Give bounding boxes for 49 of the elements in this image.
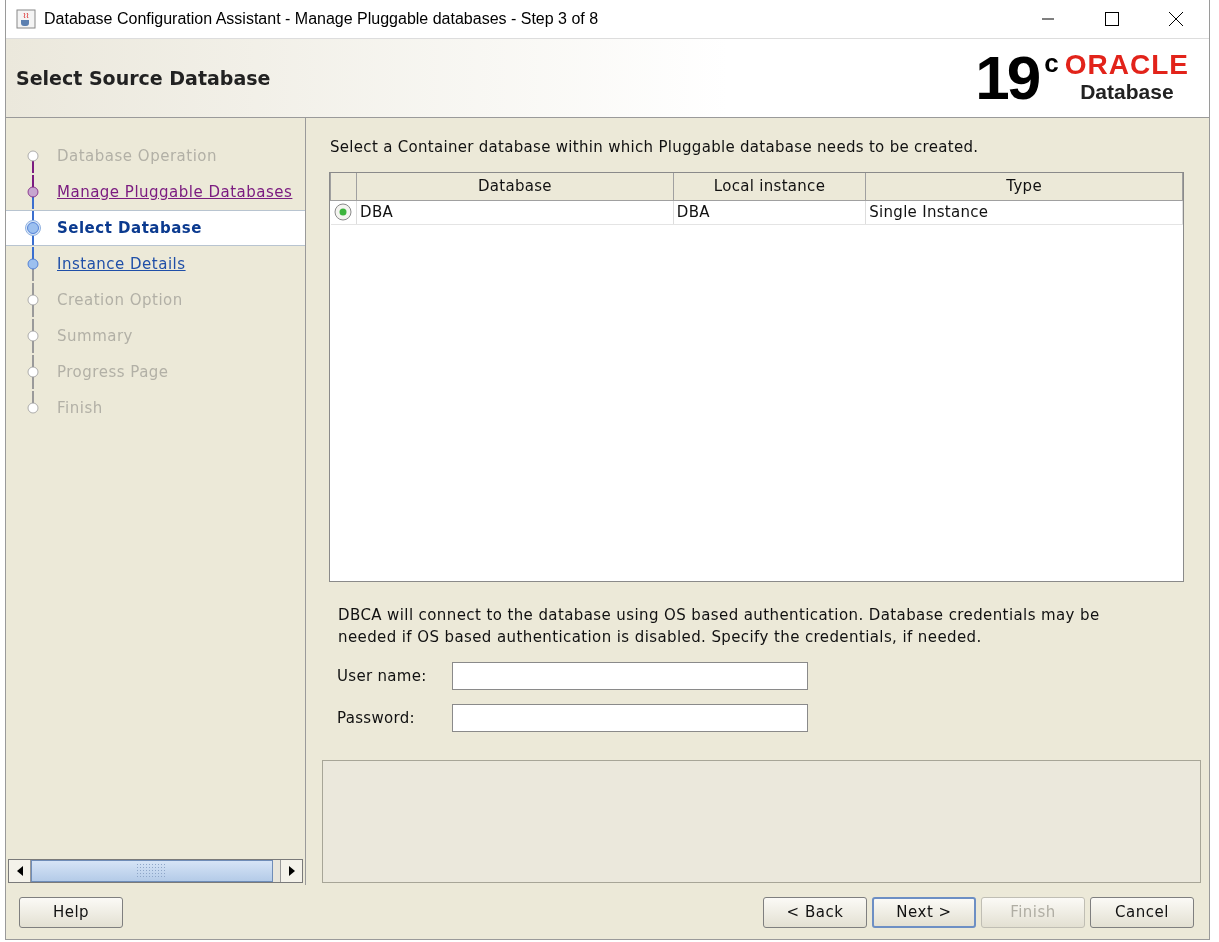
step-label: Select Database: [57, 219, 202, 237]
maximize-icon: [1105, 12, 1119, 26]
input-field[interactable]: [452, 704, 808, 732]
input-field[interactable]: [452, 662, 808, 690]
column-header[interactable]: Type: [865, 173, 1183, 200]
product-name: Database: [1080, 80, 1174, 104]
wizard-button[interactable]: Help: [19, 896, 123, 928]
page-title: Select Source Database: [16, 67, 271, 89]
java-cup-icon: [16, 9, 36, 29]
step-label: Creation Option: [57, 291, 183, 309]
step-label: Finish: [57, 399, 103, 417]
step-label: Instance Details: [57, 255, 186, 273]
step-label: Summary: [57, 327, 133, 345]
scroll-right-icon[interactable]: [280, 860, 302, 882]
close-icon: [1168, 11, 1184, 27]
scrollbar-thumb[interactable]: [31, 860, 273, 882]
column-header[interactable]: Database: [356, 173, 674, 200]
table-cell: DBA: [673, 200, 866, 224]
step-label: Database Operation: [57, 147, 217, 165]
instruction-text: Select a Container database within which Pluggable database needs to be created.: [330, 138, 980, 156]
column-header[interactable]: Local instance: [673, 173, 866, 200]
version-number: 19: [975, 50, 1039, 106]
wizard-step[interactable]: Select Database: [6, 210, 305, 246]
step-node-icon: [25, 400, 41, 416]
step-node-icon: [25, 256, 41, 272]
field-label: Password:: [337, 709, 416, 727]
step-node-icon: [25, 184, 41, 200]
wizard-step[interactable]: Instance Details: [6, 246, 305, 282]
wizard-button[interactable]: < Back: [763, 896, 867, 928]
table-cell: DBA: [356, 200, 674, 224]
step-node-icon: [25, 148, 41, 164]
radio-button[interactable]: [333, 203, 352, 221]
step-node-icon: [25, 292, 41, 308]
step-label: Progress Page: [57, 363, 169, 381]
horizontal-scrollbar[interactable]: [8, 859, 303, 883]
step-node-icon: [25, 328, 41, 344]
table-cell: Single Instance: [865, 200, 1183, 224]
version-superscript: c: [1044, 50, 1059, 76]
field-label: User name:: [337, 667, 428, 685]
step-node-icon: [25, 220, 41, 236]
scroll-left-icon[interactable]: [9, 860, 31, 882]
credentials-note: DBCA will connect to the database using OS based authentication. Database credentials may be needed if OS based authentication is disabled. Specify the credentials, if needed.: [338, 605, 1101, 648]
wizard-button[interactable]: Next >: [872, 896, 976, 928]
wizard-step[interactable]: Manage Pluggable Databases: [6, 174, 305, 210]
step-label: Manage Pluggable Databases: [57, 183, 293, 201]
wizard-button[interactable]: Cancel: [1090, 896, 1194, 928]
step-node-icon: [25, 364, 41, 380]
brand-logo: ORACLE: [1064, 50, 1189, 80]
window-title: Database Configuration Assistant - Manage Pluggable databases - Step 3 of 8: [44, 10, 600, 28]
